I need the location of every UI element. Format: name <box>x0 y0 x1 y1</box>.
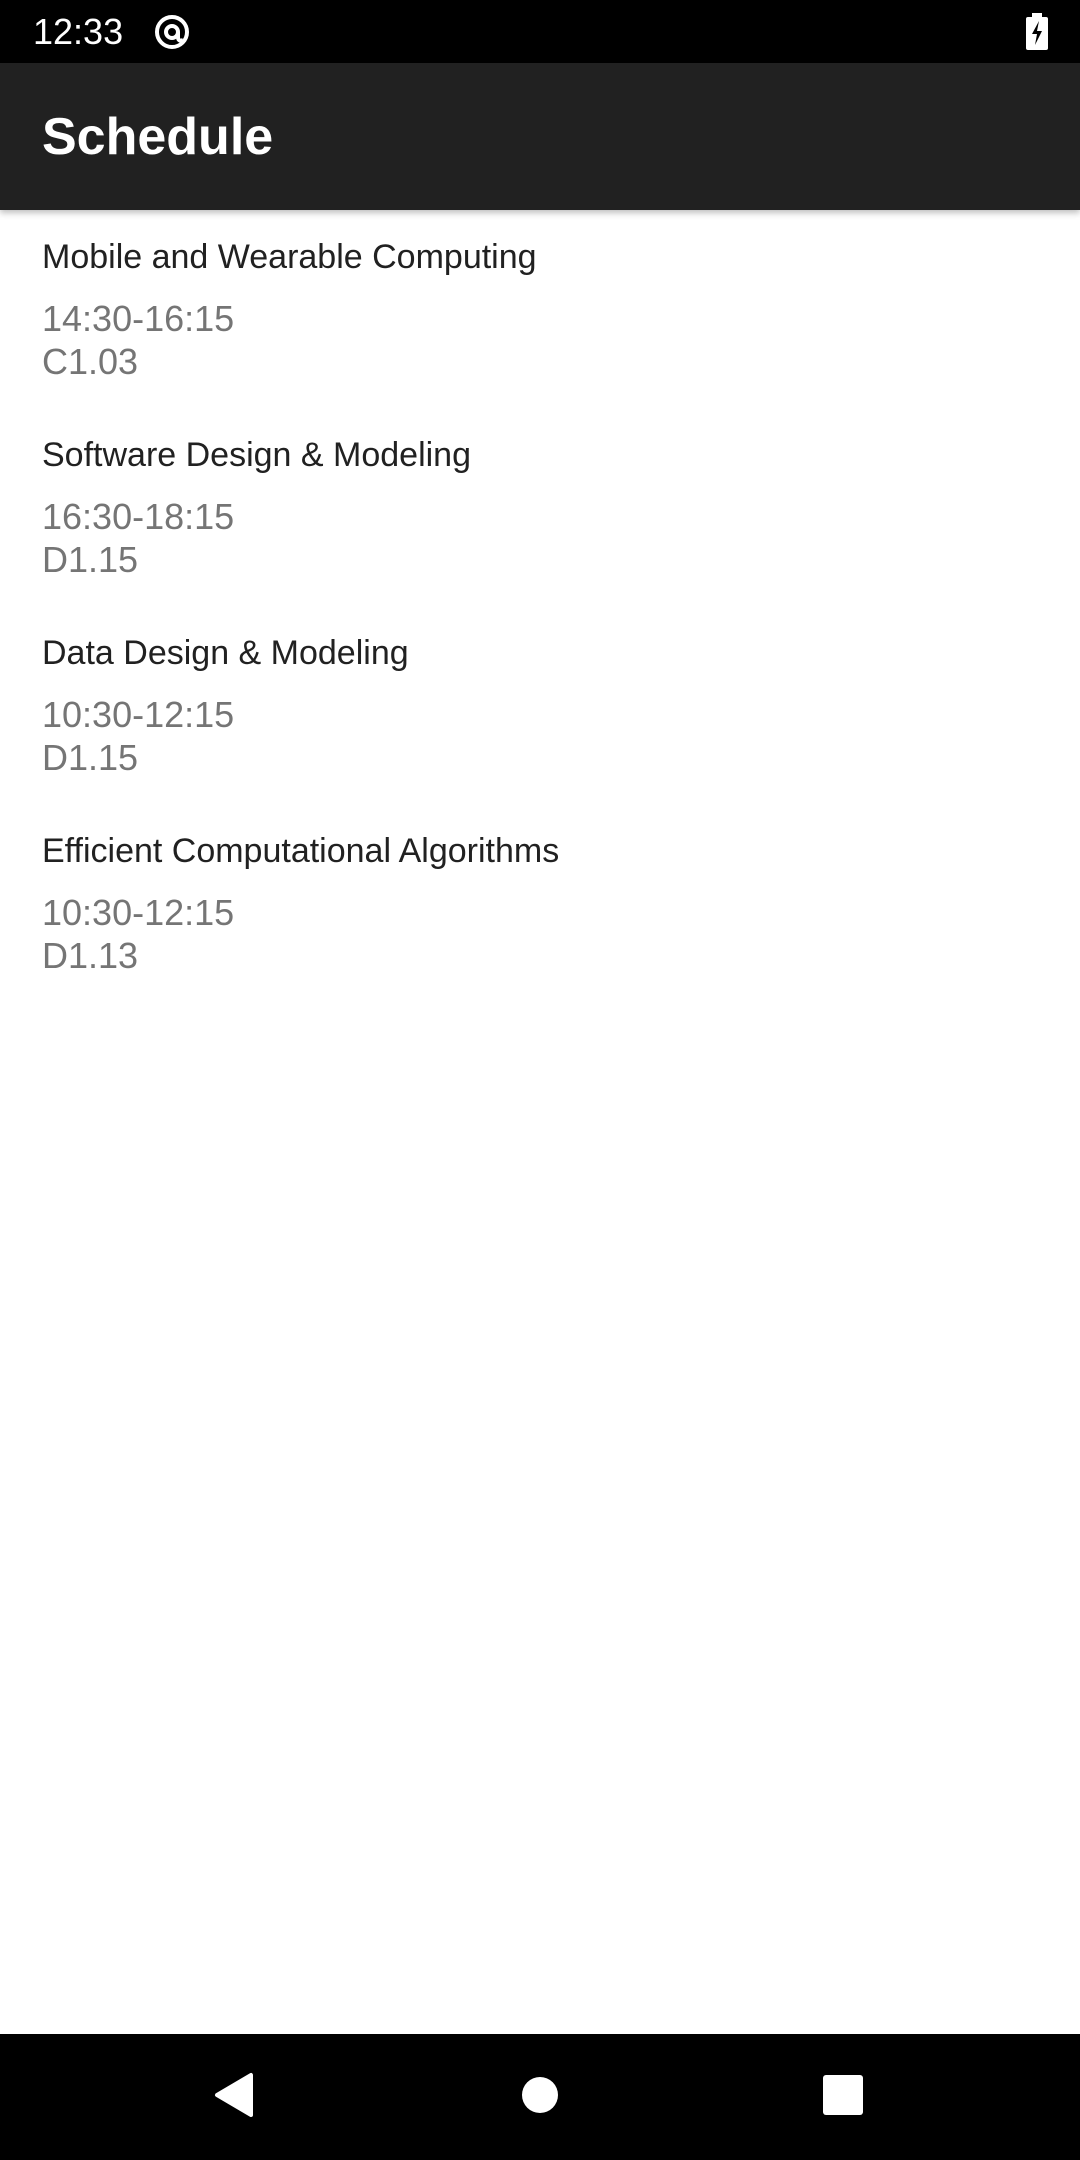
page-title: Schedule <box>42 108 274 166</box>
home-button[interactable] <box>507 2064 573 2130</box>
course-title: Software Design & Modeling <box>42 436 472 474</box>
course-title: Mobile and Wearable Computing <box>42 238 537 276</box>
course-title: Efficient Computational Algorithms <box>42 832 560 870</box>
course-room: C1.03 <box>42 341 139 382</box>
recents-button[interactable] <box>810 2064 876 2130</box>
home-circle-icon <box>520 2075 560 2120</box>
course-room: D1.13 <box>42 935 139 976</box>
course-time: 10:30-12:15 <box>42 892 235 933</box>
back-triangle-icon <box>211 2071 255 2124</box>
back-button[interactable] <box>200 2064 266 2130</box>
status-bar: 12:33 <box>0 0 1080 63</box>
course-time: 16:30-18:15 <box>42 496 235 537</box>
navigation-bar <box>0 2034 1080 2160</box>
schedule-list-item[interactable]: Data Design & Modeling 10:30-12:15 D1.15 <box>0 606 1080 804</box>
schedule-list: Mobile and Wearable Computing 14:30-16:1… <box>0 210 1080 1002</box>
course-time: 14:30-16:15 <box>42 298 235 339</box>
schedule-list-item[interactable]: Efficient Computational Algorithms 10:30… <box>0 804 1080 1002</box>
app-bar: Schedule <box>0 63 1080 210</box>
course-time: 10:30-12:15 <box>42 694 235 735</box>
schedule-list-item[interactable]: Software Design & Modeling 16:30-18:15 D… <box>0 408 1080 606</box>
schedule-screen: 12:33 Schedule Mobile and Wearable Compu… <box>0 0 1080 2160</box>
at-sign-icon <box>153 13 191 51</box>
battery-charging-icon <box>1025 13 1049 50</box>
course-title: Data Design & Modeling <box>42 634 409 672</box>
course-room: D1.15 <box>42 539 139 580</box>
course-room: D1.15 <box>42 737 139 778</box>
schedule-list-item[interactable]: Mobile and Wearable Computing 14:30-16:1… <box>0 210 1080 408</box>
recents-square-icon <box>822 2074 864 2121</box>
status-time: 12:33 <box>33 11 124 52</box>
